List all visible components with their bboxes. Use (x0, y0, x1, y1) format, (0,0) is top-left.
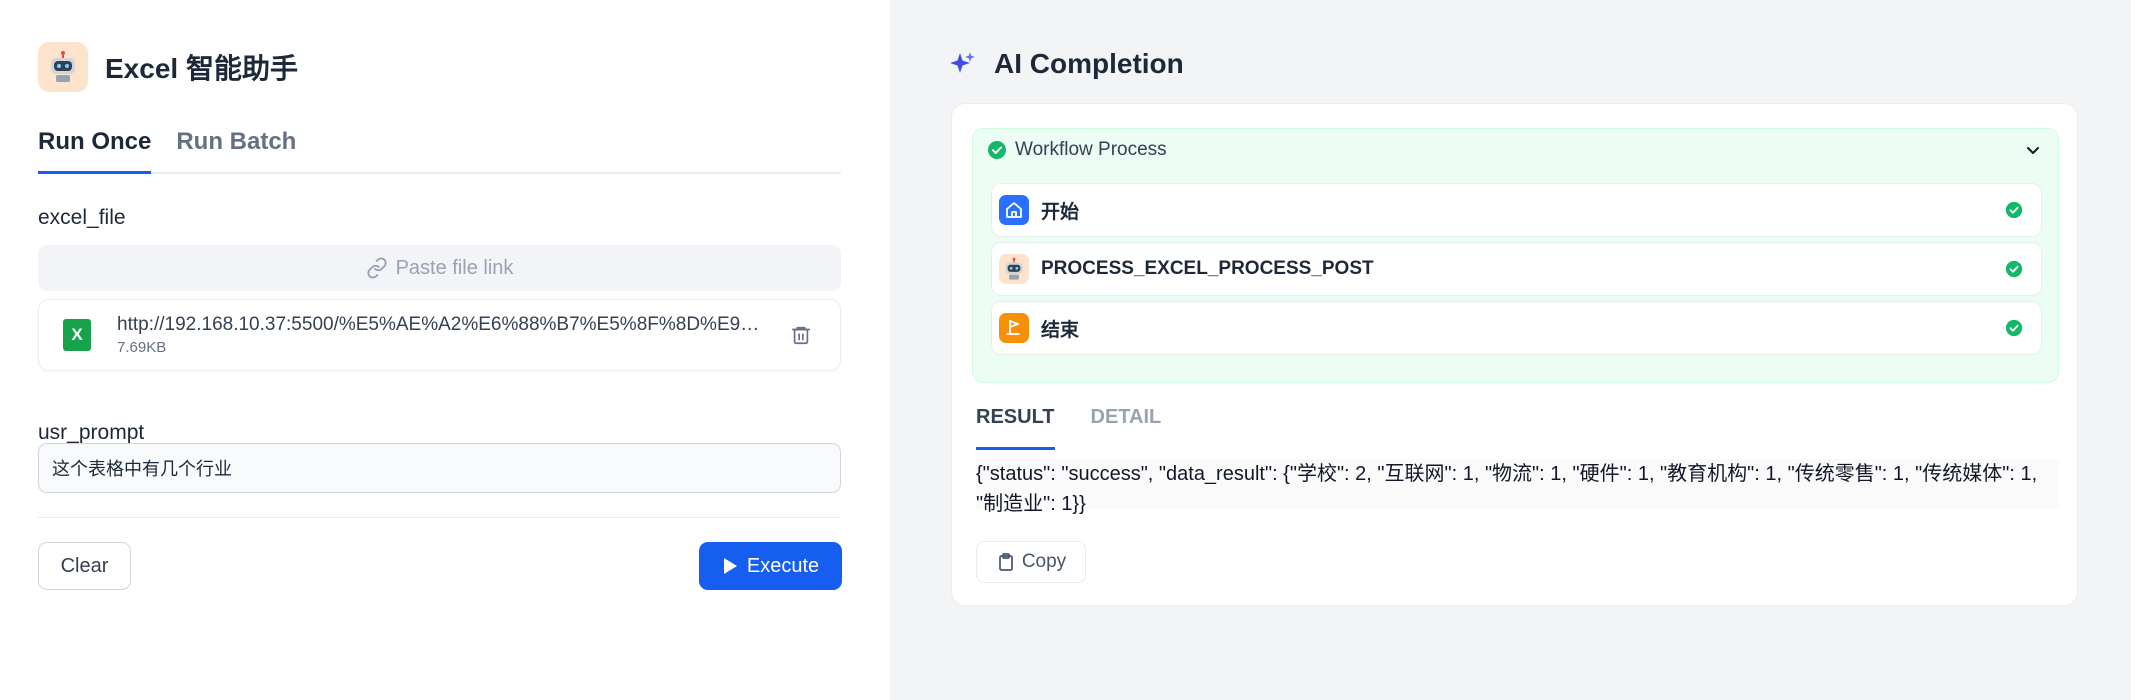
divider (38, 517, 841, 518)
app-title: Excel 智能助手 (105, 53, 298, 84)
check-circle-icon (2005, 201, 2023, 219)
run-panel: Excel 智能助手 Run Once Run Batch excel_file… (0, 0, 890, 700)
workflow-node-label: PROCESS_EXCEL_PROCESS_POST (1041, 258, 1374, 279)
home-icon (999, 195, 1029, 225)
execute-button-label: Execute (746, 554, 820, 577)
workflow-node-end[interactable]: 结束 (991, 301, 2042, 355)
check-circle-icon (2005, 260, 2023, 278)
tab-run-batch[interactable]: Run Batch (176, 128, 296, 172)
paste-file-link-input[interactable]: Paste file link (38, 245, 841, 291)
clear-button[interactable]: Clear (38, 542, 131, 590)
copy-button[interactable]: Copy (976, 541, 1086, 583)
workflow-process-title: Workflow Process (1015, 139, 1167, 160)
result-card: Workflow Process 开始 PROCESS_EXCEL_PROCES… (951, 103, 2078, 606)
tab-run-once[interactable]: Run Once (38, 128, 152, 174)
app-header: Excel 智能助手 (38, 42, 298, 92)
workflow-node-label: 结束 (1041, 319, 1080, 341)
tab-detail[interactable]: DETAIL (1091, 400, 1162, 450)
result-output: {"status": "success", "data_result": {"学… (976, 459, 2059, 515)
link-icon (366, 257, 387, 279)
clipboard-icon (998, 553, 1013, 571)
workflow-process-header[interactable]: Workflow Process (973, 129, 2058, 171)
result-tabs: RESULT DETAIL (976, 400, 2059, 450)
uploaded-file-card: X http://192.168.10.37:5500/%E5%AE%A2%E6… (38, 299, 841, 371)
trash-icon[interactable] (790, 324, 812, 346)
scrollbar[interactable] (2131, 0, 2148, 700)
check-circle-icon (988, 141, 1006, 159)
workflow-node-start[interactable]: 开始 (991, 183, 2042, 237)
file-size: 7.69KB (117, 339, 167, 356)
tab-result[interactable]: RESULT (976, 400, 1055, 450)
completion-header: AI Completion (950, 44, 1184, 84)
workflow-node-process-excel[interactable]: PROCESS_EXCEL_PROCESS_POST (991, 242, 2042, 296)
robot-icon (38, 42, 88, 92)
usr-prompt-input[interactable]: 这个表格中有几个行业 (38, 443, 841, 493)
completion-title: AI Completion (994, 48, 1184, 79)
excel-file-icon: X (63, 319, 91, 351)
robot-icon (999, 254, 1029, 284)
paste-file-link-placeholder: Paste file link (395, 256, 514, 279)
workflow-process-panel: Workflow Process 开始 PROCESS_EXCEL_PROCES… (972, 128, 2059, 383)
check-circle-icon (2005, 319, 2023, 337)
workflow-node-label: 开始 (1041, 201, 1080, 223)
sparkle-icon (950, 52, 975, 73)
usr-prompt-label: usr_prompt (38, 421, 145, 444)
excel-file-label: excel_file (38, 206, 126, 229)
run-mode-tabs: Run Once Run Batch (38, 128, 841, 174)
copy-button-label: Copy (1021, 551, 1067, 572)
file-name: http://192.168.10.37:5500/%E5%AE%A2%E6%8… (117, 314, 772, 335)
chevron-down-icon[interactable] (2024, 141, 2042, 159)
flag-icon (999, 313, 1029, 343)
execute-button[interactable]: Execute (699, 542, 842, 590)
play-icon (723, 558, 737, 574)
file-info: http://192.168.10.37:5500/%E5%AE%A2%E6%8… (117, 314, 772, 356)
